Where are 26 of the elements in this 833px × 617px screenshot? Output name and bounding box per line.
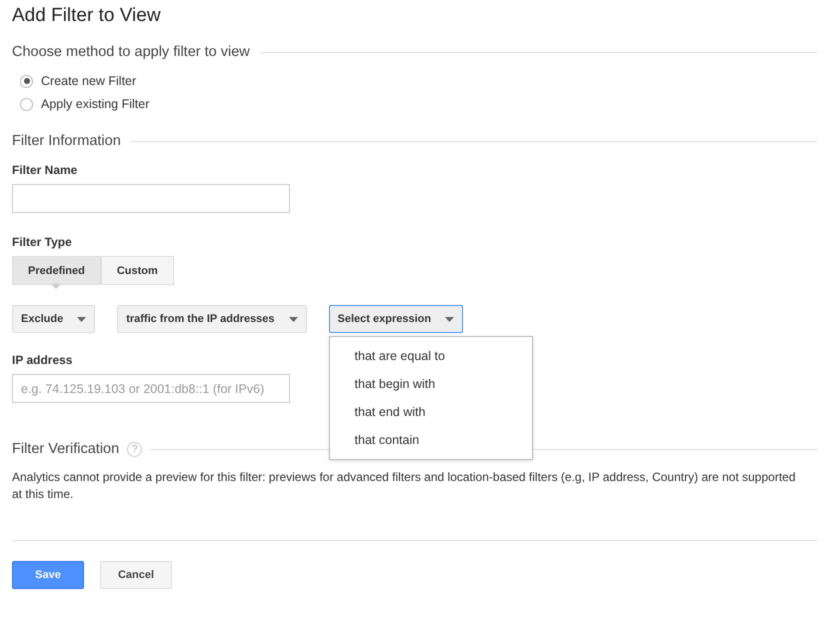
dropdown-select[interactable]: Exclude bbox=[12, 305, 96, 333]
menu-item[interactable]: that contain bbox=[330, 426, 532, 454]
field-label: Filter Type bbox=[12, 235, 72, 249]
dropdown-select[interactable]: traffic from the IP addresses bbox=[117, 305, 307, 333]
field-label: Filter Name bbox=[12, 163, 78, 177]
section-heading: Choose method to apply filter to view bbox=[12, 44, 250, 60]
menu-item[interactable]: that begin with bbox=[330, 370, 532, 398]
menu-item[interactable]: that end with bbox=[330, 398, 532, 426]
section-heading: Filter Verification bbox=[12, 441, 120, 457]
caret-icon bbox=[445, 316, 454, 322]
section-heading: Filter Information bbox=[12, 133, 121, 149]
caret-icon bbox=[288, 316, 298, 322]
filter-name-field[interactable] bbox=[12, 184, 290, 213]
page-title: Add Filter to View bbox=[12, 4, 162, 28]
filter-type-tab[interactable]: Custom bbox=[100, 256, 174, 285]
radio-button[interactable] bbox=[20, 74, 33, 88]
ip-address-field[interactable]: e.g. 74.125.19.103 or 2001:db8::1 (for IPv6) bbox=[12, 374, 290, 403]
verification-message: Analytics cannot provide a preview for this filter: previews for advanced filters and location-based filters (e.g, IP address, Country) are not supported at this time. bbox=[12, 469, 797, 503]
caret-icon bbox=[77, 316, 86, 322]
dropdown-select[interactable]: Select expression bbox=[328, 305, 464, 333]
menu-item[interactable]: that are equal to bbox=[330, 342, 532, 370]
radio-label: Apply existing Filter bbox=[41, 97, 150, 111]
field-label: IP address bbox=[12, 353, 72, 367]
radio-button[interactable] bbox=[20, 98, 33, 110]
cancel-button[interactable]: Cancel bbox=[100, 561, 172, 589]
radio-label: Create new Filter bbox=[41, 74, 136, 88]
